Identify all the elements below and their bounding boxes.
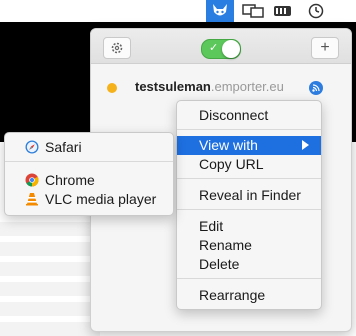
submenu-arrow-icon: [302, 140, 309, 150]
submenu-item-chrome[interactable]: Chrome: [5, 171, 173, 190]
menu-separator: [177, 178, 321, 179]
connection-host: .emporter.eu: [210, 79, 284, 94]
menu-item-copy-url[interactable]: Copy URL: [177, 155, 321, 174]
context-menu: Disconnect View with Copy URL Reveal in …: [176, 100, 322, 310]
connection-toggle[interactable]: ✓: [201, 39, 241, 59]
submenu-item-vlc[interactable]: VLC media player: [5, 190, 173, 209]
desktop-top: [0, 0, 356, 22]
gear-icon: [111, 42, 123, 54]
menu-item-edit[interactable]: Edit: [177, 217, 321, 236]
background-window-rows: [0, 222, 100, 336]
status-dot: [107, 83, 117, 93]
connection-user: testsuleman: [135, 79, 211, 94]
submenu-item-safari[interactable]: Safari: [5, 138, 173, 157]
displays-icon[interactable]: [240, 0, 266, 22]
emporter-menubar-icon[interactable]: [206, 0, 234, 22]
battery-icon[interactable]: [272, 0, 294, 22]
connection-row[interactable]: testsuleman.emporter.eu: [91, 73, 351, 101]
menu-item-disconnect[interactable]: Disconnect: [177, 106, 321, 125]
chrome-icon: [25, 173, 39, 187]
menu-item-rename[interactable]: Rename: [177, 236, 321, 255]
rss-feed-icon[interactable]: [309, 81, 323, 95]
settings-button[interactable]: [103, 37, 131, 59]
clock-icon[interactable]: [306, 0, 326, 22]
toggle-knob: [222, 40, 240, 58]
connection-name: testsuleman.emporter.eu: [135, 79, 284, 94]
menu-item-delete[interactable]: Delete: [177, 255, 321, 274]
menu-item-reveal-in-finder[interactable]: Reveal in Finder: [177, 186, 321, 205]
menu-separator: [177, 209, 321, 210]
menu-separator: [177, 129, 321, 130]
plus-icon: +: [320, 39, 330, 56]
view-with-submenu: Safari Chrome VLC media player: [4, 132, 174, 216]
menu-item-rearrange[interactable]: Rearrange: [177, 286, 321, 305]
menu-item-view-with[interactable]: View with: [177, 136, 321, 155]
add-button[interactable]: +: [311, 37, 339, 59]
menu-separator: [177, 278, 321, 279]
menu-separator: [5, 161, 173, 162]
safari-icon: [25, 140, 39, 154]
checkmark-icon: ✓: [209, 42, 219, 54]
vlc-icon: [26, 193, 38, 206]
popover-toolbar: ✓ +: [91, 29, 351, 64]
